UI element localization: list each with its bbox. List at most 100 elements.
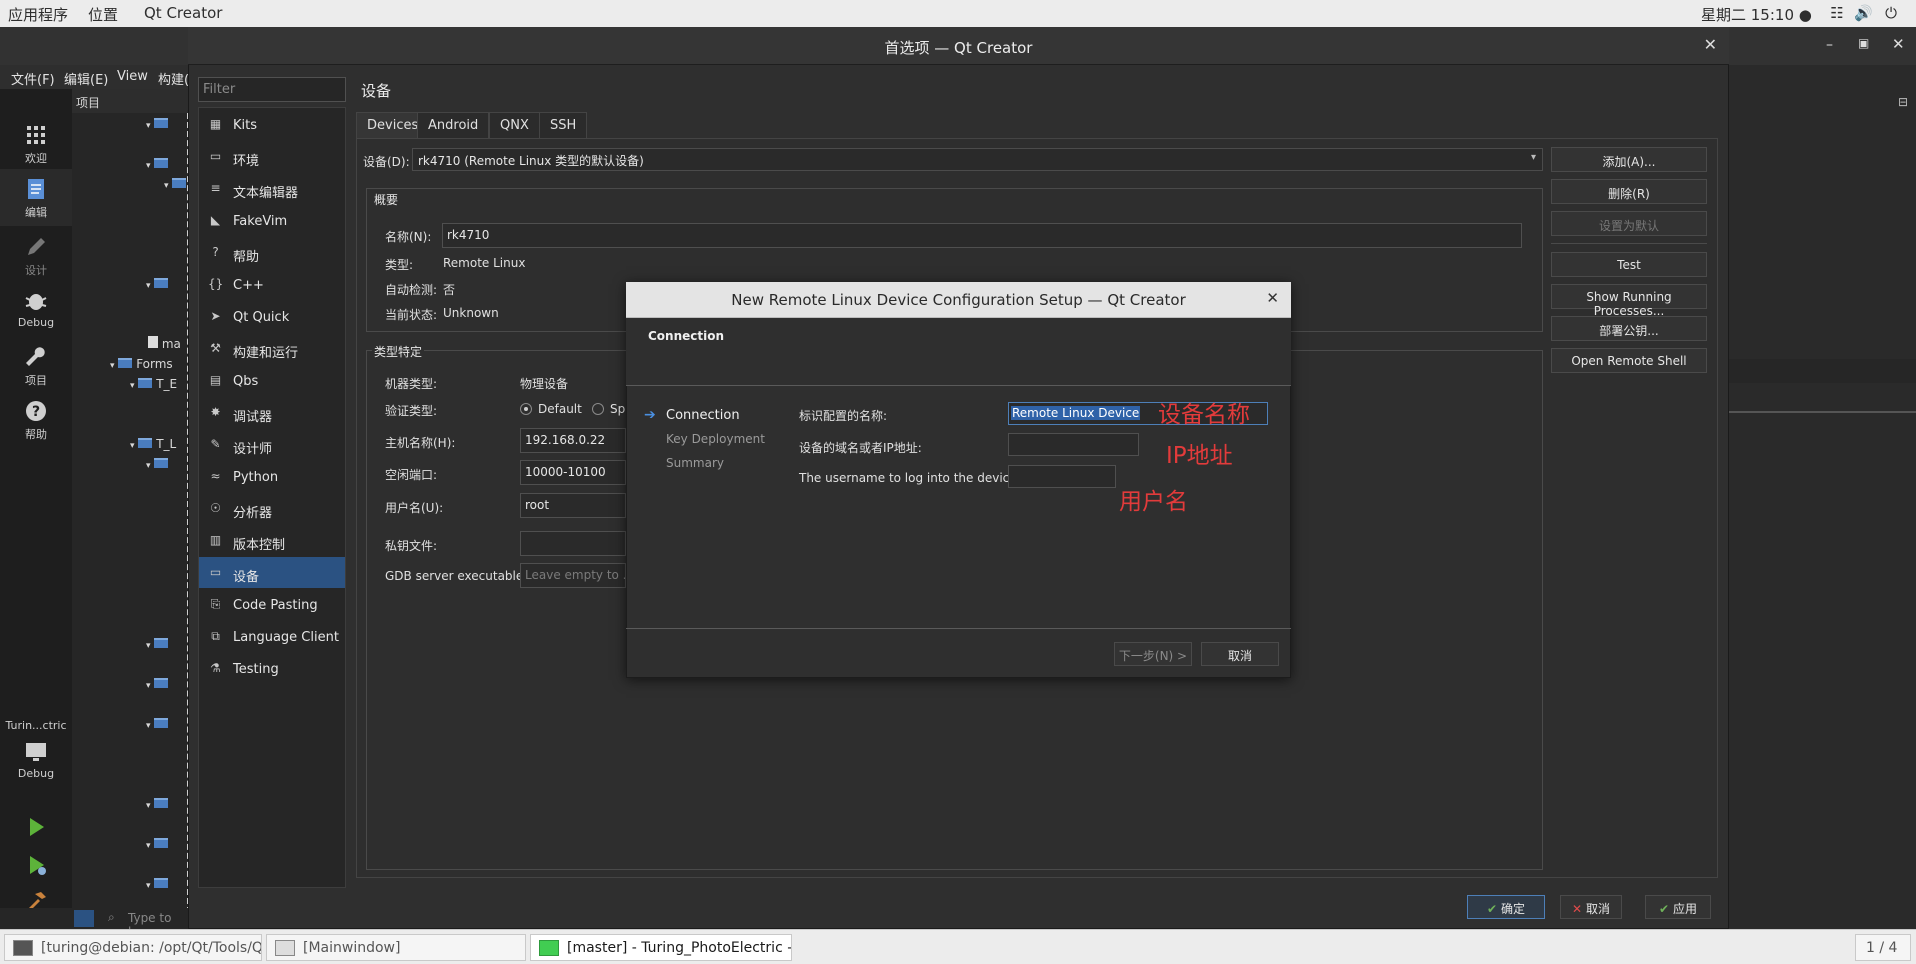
places-menu[interactable]: 位置 (88, 4, 118, 25)
tab-android[interactable]: Android (417, 112, 490, 138)
app-menu[interactable]: Qt Creator (144, 4, 222, 22)
clock[interactable]: 星期二 15:10 ● (1701, 4, 1812, 25)
add-device-button[interactable]: 添加(A)... (1551, 147, 1707, 172)
category-kits[interactable]: ▦ Kits (199, 109, 345, 140)
open-remote-shell-button[interactable]: Open Remote Shell (1551, 348, 1707, 373)
maximize-icon[interactable]: ▣ (1858, 36, 1869, 50)
close-icon[interactable]: ✕ (1266, 289, 1279, 307)
remove-device-button[interactable]: 删除(R) (1551, 179, 1707, 204)
tree-row[interactable]: ▾ (164, 177, 187, 191)
tree-row[interactable]: ▾ (146, 637, 169, 651)
applications-menu[interactable]: 应用程序 (8, 4, 68, 25)
mode-projects[interactable]: 项目 (0, 345, 72, 388)
tree-row[interactable]: ▾ (146, 837, 169, 851)
close-icon[interactable]: ✕ (1892, 35, 1905, 53)
category-testing[interactable]: ⚗ Testing (199, 653, 345, 684)
gdb-field[interactable]: Leave empty to ... (520, 563, 626, 588)
kit-mode-label: Debug (17, 767, 55, 780)
task-mainwindow[interactable]: [Mainwindow] (266, 934, 526, 961)
category-cpp[interactable]: {} C++ (199, 269, 345, 300)
mode-edit[interactable]: 编辑 (0, 169, 72, 226)
category-fakevim[interactable]: ◣ FakeVim (199, 205, 345, 236)
task-terminal[interactable]: [turing@debian: /opt/Qt/Tools/Qt... (4, 934, 262, 961)
category-devices[interactable]: ▭ 设备 (199, 557, 345, 588)
tree-row[interactable]: ▾ (146, 457, 169, 471)
host-address-field[interactable] (1008, 433, 1139, 456)
workspace-switcher[interactable]: 1 / 4 (1855, 934, 1911, 961)
project-tree-pane (72, 89, 190, 914)
menu-file[interactable]: 文件(F) (11, 69, 55, 88)
step-key-deployment: Key Deployment (666, 432, 765, 446)
auth-default-radio[interactable]: Default (520, 402, 582, 416)
tree-row[interactable]: ma (148, 336, 181, 351)
tree-row[interactable]: ▾ Forms (110, 357, 173, 371)
close-icon[interactable]: ✕ (1704, 35, 1717, 54)
tree-row[interactable]: ▾ (146, 717, 169, 731)
category-language-client[interactable]: ⧉ Language Client (199, 621, 345, 652)
category-build-run[interactable]: ⚒ 构建和运行 (199, 333, 345, 364)
wizard-cancel-button[interactable]: 取消 (1201, 642, 1279, 666)
category-text-editor[interactable]: ≡ 文本编辑器 (199, 173, 345, 204)
host-field[interactable]: 192.168.0.22 (520, 428, 626, 453)
category-designer[interactable]: ✎ 设计师 (199, 429, 345, 460)
kit-selector[interactable]: Turin...ctric Debug (0, 719, 72, 780)
tree-row[interactable]: ▾ T_E (130, 377, 177, 391)
category-qbs[interactable]: ▤ Qbs (199, 365, 345, 396)
next-button[interactable]: 下一步(N) > (1114, 642, 1192, 666)
ports-field[interactable]: 10000-10100 (520, 460, 626, 485)
username-field[interactable] (1008, 465, 1116, 488)
fakevim-icon: ◣ (210, 213, 221, 227)
tree-row[interactable]: ▾ T_L (130, 437, 176, 451)
category-qt-quick[interactable]: ➤ Qt Quick (199, 301, 345, 332)
device-name-field[interactable]: rk4710 (442, 223, 1522, 248)
tree-row[interactable]: ▾ (146, 117, 169, 131)
menu-view[interactable]: View (117, 69, 148, 84)
tree-row[interactable]: ▾ (146, 877, 169, 891)
category-analyzer[interactable]: ☉ 分析器 (199, 493, 345, 524)
user-field[interactable]: root (520, 493, 626, 518)
user-label: 用户名(U): (385, 501, 444, 515)
test-button[interactable]: Test (1551, 252, 1707, 277)
category-help[interactable]: ? 帮助 (199, 237, 345, 268)
show-processes-button[interactable]: Show Running Processes... (1551, 284, 1707, 318)
tab-ssh[interactable]: SSH (539, 112, 588, 138)
auth-specific-radio[interactable]: Sp (592, 402, 625, 416)
category-version-control[interactable]: ▥ 版本控制 (199, 525, 345, 556)
tree-row[interactable]: ▾ (146, 797, 169, 811)
tree-row[interactable]: ▾ (146, 157, 169, 171)
separator (1551, 243, 1707, 244)
sidebar-toggle-icon[interactable] (74, 910, 94, 927)
ok-button[interactable]: ✔ 确定 (1467, 895, 1545, 919)
volume-icon[interactable]: 🔊 (1854, 4, 1873, 22)
apply-button[interactable]: ✔ 应用 (1645, 895, 1711, 919)
run-button[interactable] (0, 815, 72, 842)
hammer-icon: ⚒ (210, 341, 221, 355)
cancel-button[interactable]: ✕ 取消 (1560, 895, 1622, 919)
split-icon[interactable]: ⊟ (1898, 95, 1908, 109)
menu-build[interactable]: 构建( (158, 69, 189, 88)
menu-edit[interactable]: 编辑(E) (64, 69, 108, 88)
mode-debug[interactable]: Debug (0, 289, 72, 329)
deploy-key-button[interactable]: 部署公钥... (1551, 316, 1707, 341)
step-connection: Connection (666, 408, 740, 423)
key-file-field[interactable] (520, 531, 626, 556)
category-environment[interactable]: ▭ 环境 (199, 141, 345, 172)
mode-selector: 欢迎 编辑 设计 Debug 项目 ? 帮助 Turin...ctric Deb… (0, 89, 72, 929)
tree-row[interactable]: ▾ (146, 677, 169, 691)
minimize-icon[interactable]: – (1826, 37, 1833, 53)
task-qt-creator[interactable]: [master] - Turing_PhotoElectric - ... (530, 934, 792, 961)
filter-input[interactable]: Filter (198, 77, 346, 102)
mode-help[interactable]: ? 帮助 (0, 399, 72, 442)
tab-qnx[interactable]: QNX (489, 112, 540, 138)
category-python[interactable]: ≈ Python (199, 461, 345, 492)
network-icon[interactable]: ☷ (1828, 4, 1846, 22)
device-combo[interactable]: rk4710 (Remote Linux 类型的默认设备) ▾ (412, 148, 1543, 171)
category-code-pasting[interactable]: ⎘ Code Pasting (199, 589, 345, 620)
power-icon[interactable]: ⏻ (1882, 4, 1900, 22)
set-default-button[interactable]: 设置为默认 (1551, 211, 1707, 236)
mode-welcome[interactable]: 欢迎 (0, 123, 72, 166)
debug-run-button[interactable] (0, 853, 72, 880)
mode-design[interactable]: 设计 (0, 235, 72, 278)
category-debugger[interactable]: ✸ 调试器 (199, 397, 345, 428)
tree-row[interactable]: ▾ (146, 277, 169, 291)
